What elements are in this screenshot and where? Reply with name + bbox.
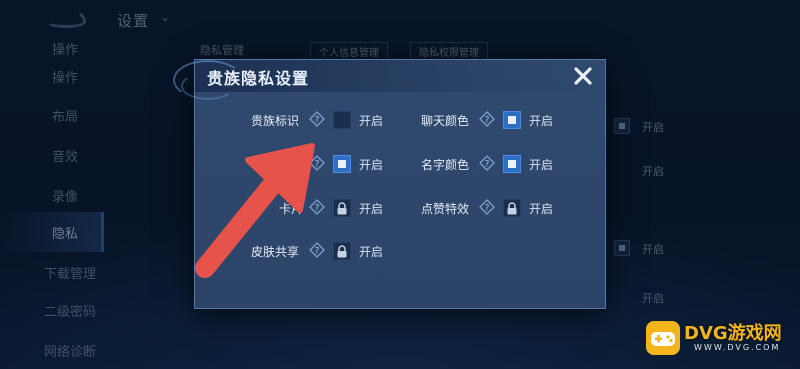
svg-text:?: ?: [315, 247, 320, 257]
option-state: 开启: [529, 202, 554, 216]
option-state: 开启: [529, 114, 554, 128]
option-card: 卡片 ? 开启: [251, 198, 401, 218]
watermark-brand: DVG游戏网: [684, 323, 782, 344]
option-label: 聊天颜色: [421, 114, 470, 128]
help-icon[interactable]: ?: [309, 199, 325, 215]
help-icon[interactable]: ?: [309, 111, 325, 127]
watermark: DVG游戏网 WWW.DVG.COM: [644, 317, 794, 361]
option-label: 贵族标识: [251, 114, 300, 128]
option-state: 开启: [359, 202, 384, 216]
option-state: 开启: [359, 114, 384, 128]
lock-icon: [337, 202, 347, 215]
help-icon[interactable]: ?: [479, 155, 495, 171]
svg-text:?: ?: [485, 116, 490, 126]
gamepad-logo-icon: [646, 321, 680, 355]
option-state: 开启: [529, 158, 554, 172]
help-icon[interactable]: ?: [309, 155, 325, 171]
lock-icon: [507, 202, 517, 215]
option-label: 皮肤共享: [251, 245, 300, 259]
close-button[interactable]: [571, 64, 595, 88]
watermark-url: WWW.DVG.COM: [694, 343, 781, 352]
option-name-color: 名字颜色 ? 开启: [421, 154, 571, 174]
svg-text:?: ?: [485, 160, 490, 170]
toggle-checkbox[interactable]: [503, 111, 521, 129]
svg-text:?: ?: [315, 204, 320, 214]
option-skin-share: 皮肤共享 ? 开启: [251, 241, 401, 261]
option-label: 名字颜色: [421, 158, 470, 172]
option-chat-color: 聊天颜色 ? 开启: [421, 110, 571, 130]
svg-text:?: ?: [485, 204, 490, 214]
option-state: 开启: [359, 158, 384, 172]
locked-checkbox: [333, 242, 351, 260]
noble-privacy-dialog: 贵族隐私设置 贵族标识 ? 开启 聊天颜色 ? 开启 ? 开启 名字颜色 ? 开…: [173, 59, 606, 309]
option-like-effect: 点赞特效 ? 开启: [421, 198, 571, 218]
option-label: 卡片: [279, 202, 304, 216]
toggle-checkbox[interactable]: [333, 111, 351, 129]
option-obscured: ? 开启: [251, 154, 401, 174]
gamepad-icon: [651, 332, 675, 346]
help-icon[interactable]: ?: [309, 242, 325, 258]
lock-icon: [337, 245, 347, 258]
option-noble-badge: 贵族标识 ? 开启: [251, 110, 401, 130]
close-icon: [574, 67, 592, 85]
help-icon[interactable]: ?: [479, 111, 495, 127]
svg-text:?: ?: [315, 116, 320, 126]
locked-checkbox: [503, 199, 521, 217]
svg-text:?: ?: [315, 160, 320, 170]
locked-checkbox: [333, 199, 351, 217]
toggle-checkbox[interactable]: [503, 155, 521, 173]
dialog-title: 贵族隐私设置: [207, 69, 310, 88]
help-icon[interactable]: ?: [479, 199, 495, 215]
option-state: 开启: [359, 245, 384, 259]
toggle-checkbox[interactable]: [333, 155, 351, 173]
option-label: 点赞特效: [421, 202, 470, 216]
